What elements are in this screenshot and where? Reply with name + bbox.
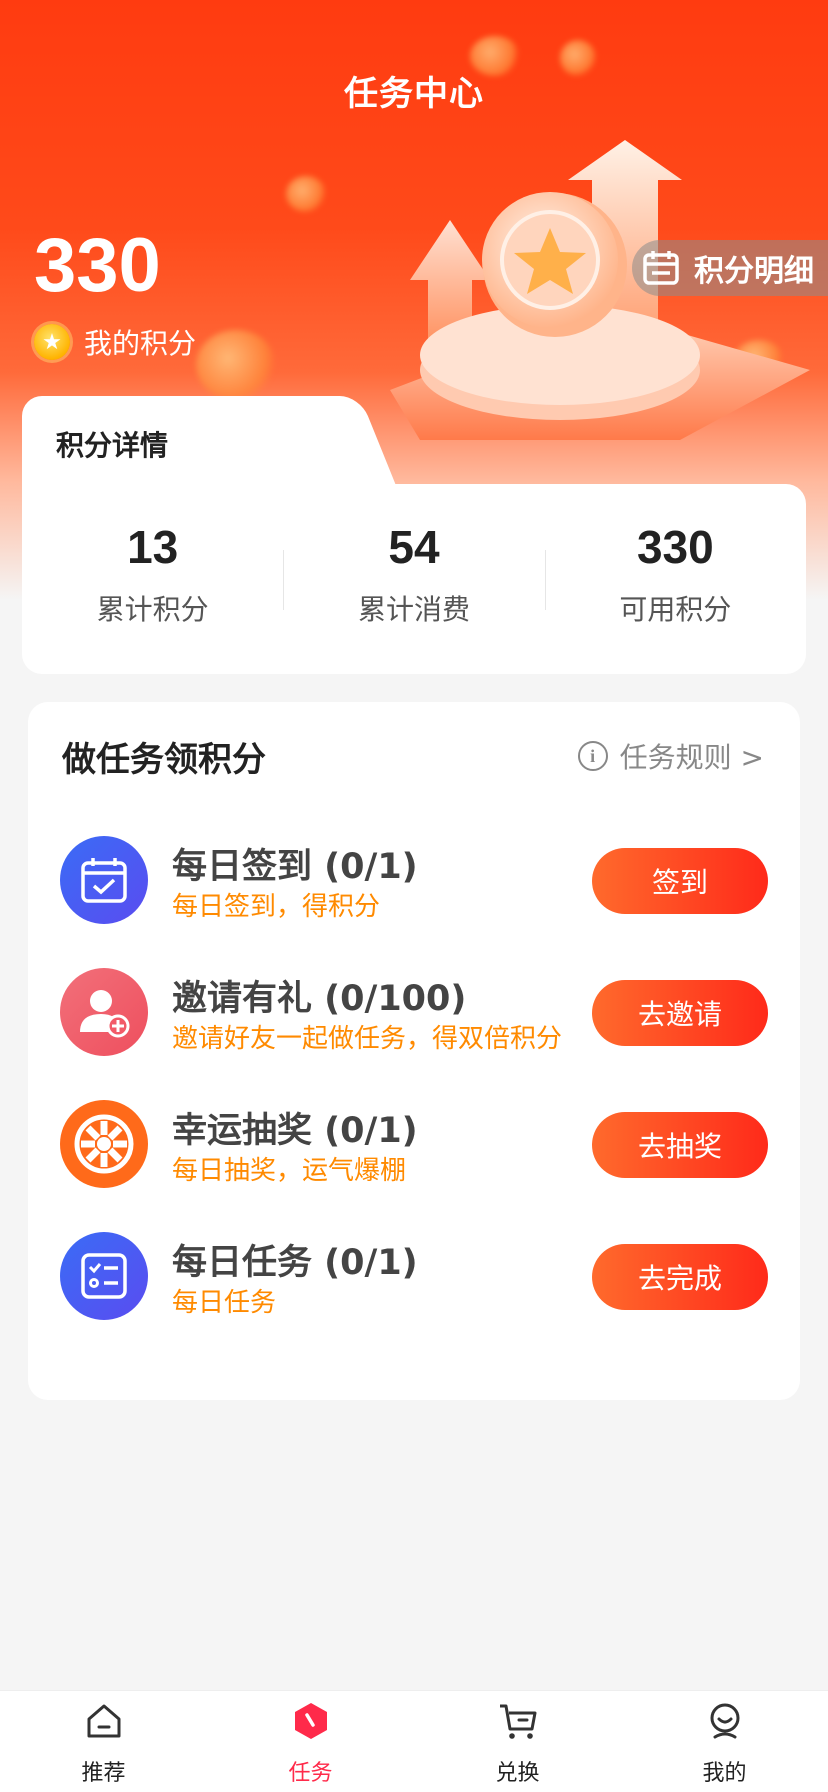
points-detail-button[interactable]: 积分明细 <box>632 240 828 296</box>
calendar-icon <box>643 251 679 285</box>
profile-icon <box>710 1703 739 1739</box>
stat-value: 13 <box>127 521 179 573</box>
task-name: 幸运抽奖 (0/1) <box>172 1111 418 1151</box>
points-stats: 13 累计积分 54 累计消费 330 可用积分 <box>22 520 806 628</box>
task-row-daily-task: 每日任务 (0/1) 每日任务 去完成 <box>60 1232 768 1322</box>
info-icon: i <box>577 741 608 771</box>
invite-user-icon <box>60 968 148 1056</box>
task-desc: 每日签到，得积分 <box>172 892 381 922</box>
points-detail-title: 积分详情 <box>56 429 169 462</box>
points-illustration <box>390 140 810 440</box>
stat-total-spent: 54 累计消费 <box>283 520 544 628</box>
task-rules-link[interactable]: i 任务规则 > <box>577 736 764 776</box>
task-list-icon <box>60 1232 148 1320</box>
lottery-wheel-icon <box>60 1100 148 1188</box>
star-icon: ★ <box>34 324 70 360</box>
nav-item-recommend[interactable]: 推荐 <box>0 1691 207 1792</box>
complete-task-button[interactable]: 去完成 <box>592 1244 768 1310</box>
decor-coin <box>196 330 276 400</box>
cart-icon <box>499 1704 536 1739</box>
stat-label: 累计积分 <box>96 593 209 626</box>
my-points-value: 330 <box>34 223 161 308</box>
lucky-draw-button[interactable]: 去抽奖 <box>592 1112 768 1178</box>
task-row-invite: 邀请有礼 (0/100) 邀请好友一起做任务，得双倍积分 去邀请 <box>60 968 768 1058</box>
nav-label: 兑换 <box>495 1761 540 1786</box>
page-title: 任务中心 <box>344 74 484 114</box>
task-row-lucky-draw: 幸运抽奖 (0/1) 每日抽奖，运气爆棚 去抽奖 <box>60 1100 768 1190</box>
task-desc: 每日抽奖，运气爆棚 <box>172 1156 407 1186</box>
stat-label: 可用积分 <box>619 593 732 626</box>
nav-label: 推荐 <box>81 1761 126 1786</box>
checkin-button[interactable]: 签到 <box>592 848 768 914</box>
nav-item-mine[interactable]: 我的 <box>621 1691 828 1792</box>
task-name: 每日任务 (0/1) <box>172 1243 418 1283</box>
decor-coin <box>286 176 326 212</box>
task-rules-label: 任务规则 > <box>619 741 764 774</box>
task-desc: 邀请好友一起做任务，得双倍积分 <box>172 1024 563 1054</box>
stat-available: 330 可用积分 <box>544 520 806 628</box>
calendar-check-icon <box>60 836 148 924</box>
task-row-daily-checkin: 每日签到 (0/1) 每日签到，得积分 签到 <box>60 836 768 926</box>
task-section-title: 做任务领积分 <box>62 740 266 780</box>
invite-button[interactable]: 去邀请 <box>592 980 768 1046</box>
nav-item-exchange[interactable]: 兑换 <box>414 1691 621 1792</box>
stat-value: 330 <box>636 521 714 573</box>
my-points-label: 我的积分 <box>84 327 197 360</box>
task-desc: 每日任务 <box>172 1288 277 1318</box>
task-icon <box>294 1703 327 1739</box>
stat-total-earned: 13 累计积分 <box>22 520 283 628</box>
nav-item-tasks[interactable]: 任务 <box>207 1691 414 1792</box>
points-detail-label: 积分明细 <box>694 254 814 289</box>
stat-label: 累计消费 <box>357 593 470 626</box>
task-name: 邀请有礼 (0/100) <box>172 979 467 1019</box>
my-points-label-group: ★ 我的积分 <box>34 322 196 362</box>
task-name: 每日签到 (0/1) <box>172 847 418 887</box>
stat-value: 54 <box>388 521 440 573</box>
bottom-nav: 推荐 任务 兑换 我的 <box>0 1690 828 1792</box>
nav-label: 任务 <box>288 1761 333 1786</box>
home-icon <box>87 1704 120 1738</box>
nav-label: 我的 <box>702 1761 747 1786</box>
